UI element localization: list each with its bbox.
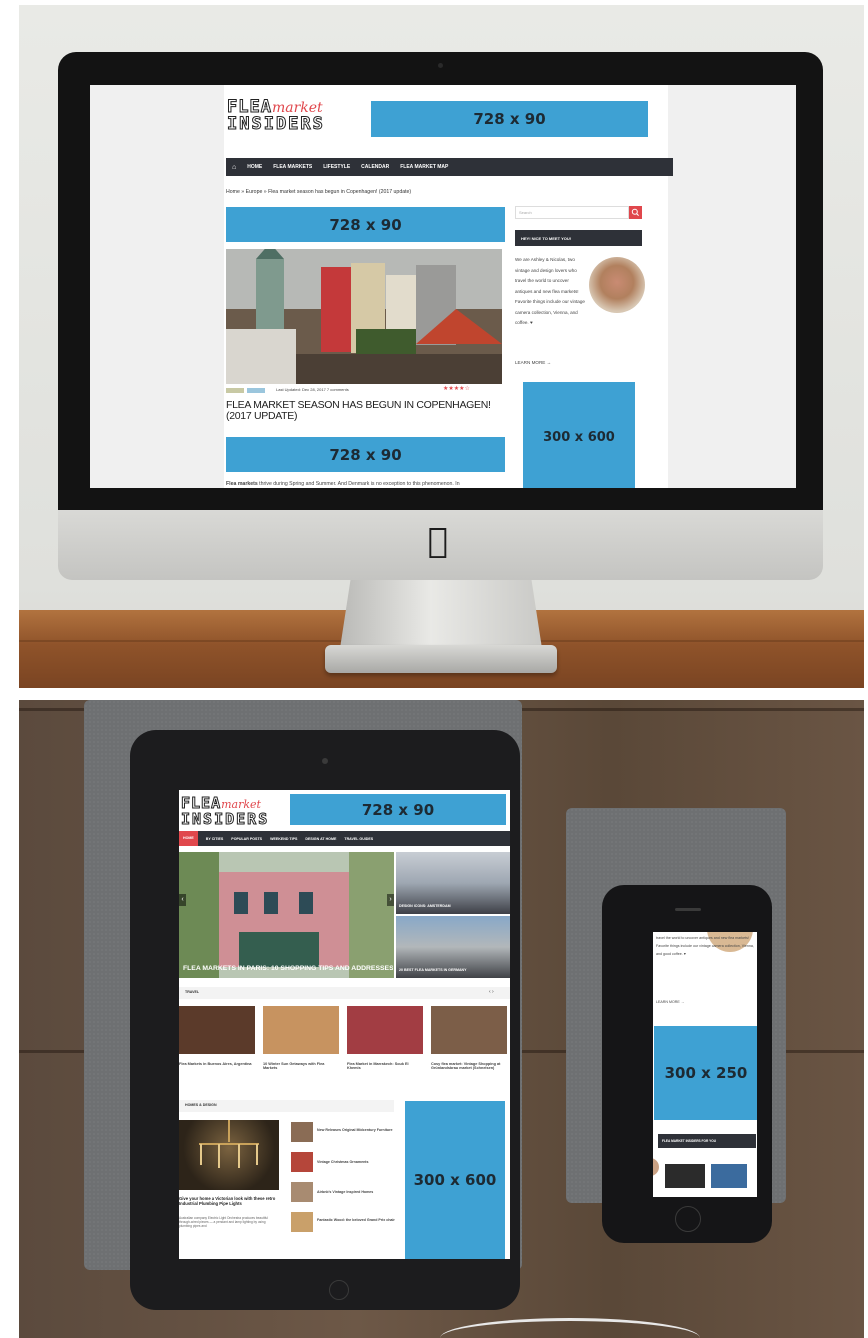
phone-ad[interactable]: 300 x 250 [654,1026,757,1120]
post-meta: Last Updated: Dec 28, 2017 7 comments [276,387,349,392]
slider-prev-icon[interactable]: ‹ [179,894,186,906]
imac-stand [339,575,543,655]
phone-home-button[interactable] [675,1206,701,1232]
intro-bold[interactable]: Flea markets [226,481,258,487]
learn-more-link[interactable]: LEARN MORE → [656,1000,716,1004]
travel-post-title[interactable]: Flea Markets in Buenos Aires, Argentina [179,1062,255,1066]
feature-image[interactable] [179,1120,279,1190]
tablet-home-button[interactable] [329,1280,349,1300]
logo-insiders: INSIDERS [227,114,325,134]
widget-thumb[interactable] [711,1164,747,1188]
section-label: HOMES & DESIGN [185,1103,217,1107]
header-ad[interactable]: 728 x 90 [371,101,648,137]
imac-scene:  FLEAmarket INSIDERS 728 x 90 ⌂ HOME FL… [19,5,864,688]
nav-item[interactable]: CALENDAR [361,164,389,170]
site-logo[interactable]: FLEAmarket INSIDERS [180,795,270,828]
slider-next-icon[interactable]: › [387,894,394,906]
search-input[interactable]: Search [515,206,629,219]
nav-item[interactable]: HOME [247,164,262,170]
header-ad[interactable]: 728 x 90 [290,794,506,825]
section-label: TRAVEL [185,990,200,994]
phone-widget-title: FLEA MARKET INSIDERS FOR YOU [658,1134,756,1148]
search-button[interactable] [629,206,642,219]
feature-title[interactable]: Give your home a Victorian look with the… [179,1196,279,1206]
travel-thumb[interactable] [347,1006,423,1054]
travel-thumb[interactable] [431,1006,507,1054]
imac-camera [438,63,443,68]
hero-slide-image[interactable] [179,852,394,978]
logo-insiders: INSIDERS [180,810,270,828]
nav-item[interactable]: FLEA MARKET MAP [400,164,448,170]
apple-logo-icon:  [423,523,453,559]
content-ad-2[interactable]: 728 x 90 [226,437,505,472]
nav-item[interactable]: FLEA MARKETS [273,164,312,170]
nav-item[interactable]: TRAVEL GUIDES [344,837,373,841]
tag-badge[interactable] [226,388,244,393]
travel-thumb[interactable] [179,1006,255,1054]
travel-post-title[interactable]: Flea Market in Marrakech: Souk El Khemis [347,1062,423,1070]
content-ad-1[interactable]: 728 x 90 [226,207,505,242]
side-card-title[interactable]: 20 BEST FLEA MARKETS IN GERMANY [399,968,509,972]
nav-item-active[interactable]: HOME [179,831,198,846]
copenhagen-rooftops-illustration [226,249,502,384]
about-text: We are Ashley & Nicolas, two vintage and… [515,255,645,345]
tablet-screen: FLEAmarket INSIDERS 728 x 90 HOME BY CIT… [179,790,510,1259]
star-rating: ★★★★☆ [443,386,470,392]
post-intro: Flea markets thrive during Spring and Su… [226,481,506,487]
main-nav: ⌂ HOME FLEA MARKETS LIFESTYLE CALENDAR F… [226,158,673,176]
main-nav: HOME BY CITIES POPULAR POSTS WEEKEND TIP… [179,831,510,846]
list-thumb[interactable] [291,1212,313,1232]
magnifier-icon [631,208,639,216]
intro-rest: thrive during Spring and Summer. And Den… [257,481,460,487]
about-avatar [589,257,645,313]
phone-screen: travel the world to uncover antiques and… [653,932,757,1197]
site-logo[interactable]: FLEAmarket INSIDERS [227,98,325,134]
desktop-site: FLEAmarket INSIDERS 728 x 90 ⌂ HOME FLEA… [224,85,673,488]
feature-excerpt: Australian company Electric Light Orches… [179,1216,268,1228]
home-icon[interactable]: ⌂ [232,164,236,171]
list-post-title[interactable]: Airbnb's Vintage Inspired Homes [317,1190,397,1194]
side-card-title[interactable]: DESIGN ICONS: AMSTERDAM [399,904,509,908]
nav-item[interactable]: WEEKEND TIPS [270,837,297,841]
tablet-camera [322,758,328,764]
list-post-title[interactable]: Fantastic Wood: the beloved Grand Prix c… [317,1218,397,1222]
paris-storefront-illustration [179,852,394,978]
list-post-title[interactable]: Vintage Christmas Ornaments [317,1160,397,1164]
sidebar-ad[interactable]: 300 x 600 [405,1101,505,1259]
nav-item[interactable]: LIFESTYLE [323,164,350,170]
widget-thumb[interactable] [665,1164,705,1188]
list-post-title[interactable]: New Releases Original Midcentury Furnitu… [317,1128,397,1132]
travel-post-title[interactable]: Cosy flea market: Vintage Shopping at Gr… [431,1062,507,1070]
phone-speaker [675,908,701,911]
avatar [653,1158,659,1176]
phone-about-text: travel the world to uncover antiques and… [656,936,754,956]
pipe-lamp-illustration [199,1120,259,1168]
post-title: FLEA MARKET SEASON HAS BEGUN IN COPENHAG… [226,400,491,422]
imac-stand-foot [325,645,557,673]
travel-post-title[interactable]: 10 Winter Sun Getaways with Flea Markets [263,1062,339,1070]
nav-item[interactable]: POPULAR POSTS [231,837,262,841]
learn-more-link[interactable]: LEARN MORE → [515,360,575,365]
nav-item[interactable]: DESIGN AT HOME [305,837,336,841]
tag-badge[interactable] [247,388,265,393]
list-thumb[interactable] [291,1182,313,1202]
sidebar-ad[interactable]: 300 x 600 [523,382,635,488]
list-thumb[interactable] [291,1152,313,1172]
travel-thumb[interactable] [263,1006,339,1054]
hero-title[interactable]: FLEA MARKETS IN PARIS: 10 SHOPPING TIPS … [183,965,393,972]
post-hero-image[interactable] [226,249,502,384]
list-thumb[interactable] [291,1122,313,1142]
nav-item[interactable]: BY CITIES [206,837,224,841]
post-tags [226,388,266,394]
section-arrows-icon[interactable]: ‹ › [489,989,505,995]
breadcrumb[interactable]: Home » Europe » Flea market season has b… [226,189,526,195]
desktop-screen: FLEAmarket INSIDERS 728 x 90 ⌂ HOME FLEA… [90,85,796,488]
sidebar-widget-title: HEY! NICE TO MEET YOU! [515,230,642,246]
